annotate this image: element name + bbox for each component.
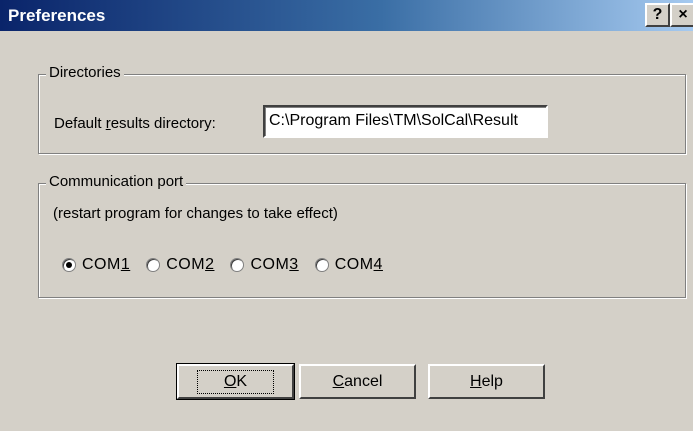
radio-com4-circle[interactable] <box>314 258 329 272</box>
cancel-button-label: Cancel <box>332 372 383 390</box>
help-title-button[interactable]: ? <box>645 3 670 27</box>
ok-button-focus: OK <box>196 369 275 394</box>
ok-button[interactable]: OK <box>176 363 295 400</box>
communication-port-group: Communication port <box>38 173 686 298</box>
radio-com3[interactable]: COM3 <box>230 256 298 274</box>
radio-com3-circle[interactable] <box>230 258 245 272</box>
communication-port-legend: Communication port <box>46 173 187 191</box>
radio-com2-circle[interactable] <box>146 258 161 272</box>
window-title: Preferences <box>8 6 106 25</box>
radio-com2[interactable]: COM2 <box>146 256 214 274</box>
com-port-radio-group: COM1 COM2 COM3 COM4 <box>62 256 399 274</box>
results-directory-input[interactable]: C:\Program Files\TM\SolCal\Result <box>263 105 548 138</box>
radio-com4[interactable]: COM4 <box>314 256 383 274</box>
directories-legend: Directories <box>46 64 124 82</box>
radio-com1[interactable]: COM1 <box>62 256 130 274</box>
radio-com1-label[interactable]: COM1 <box>82 256 130 274</box>
help-button[interactable]: Help <box>428 364 545 399</box>
results-directory-label: Default results directory: <box>54 115 216 132</box>
radio-com1-circle[interactable] <box>62 258 76 272</box>
radio-selected-dot <box>66 262 72 268</box>
title-bar[interactable]: Preferences ? × <box>0 0 693 31</box>
close-title-button[interactable]: × <box>670 3 693 27</box>
cancel-button[interactable]: Cancel <box>299 364 416 399</box>
radio-com2-label[interactable]: COM2 <box>166 256 214 274</box>
restart-note: (restart program for changes to take eff… <box>53 205 338 222</box>
radio-com4-label[interactable]: COM4 <box>335 256 383 274</box>
communication-port-frame <box>38 183 686 298</box>
help-button-label: Help <box>470 372 503 390</box>
preferences-dialog: Preferences ? × Directories Default resu… <box>0 0 693 431</box>
radio-com3-label[interactable]: COM3 <box>250 256 298 274</box>
